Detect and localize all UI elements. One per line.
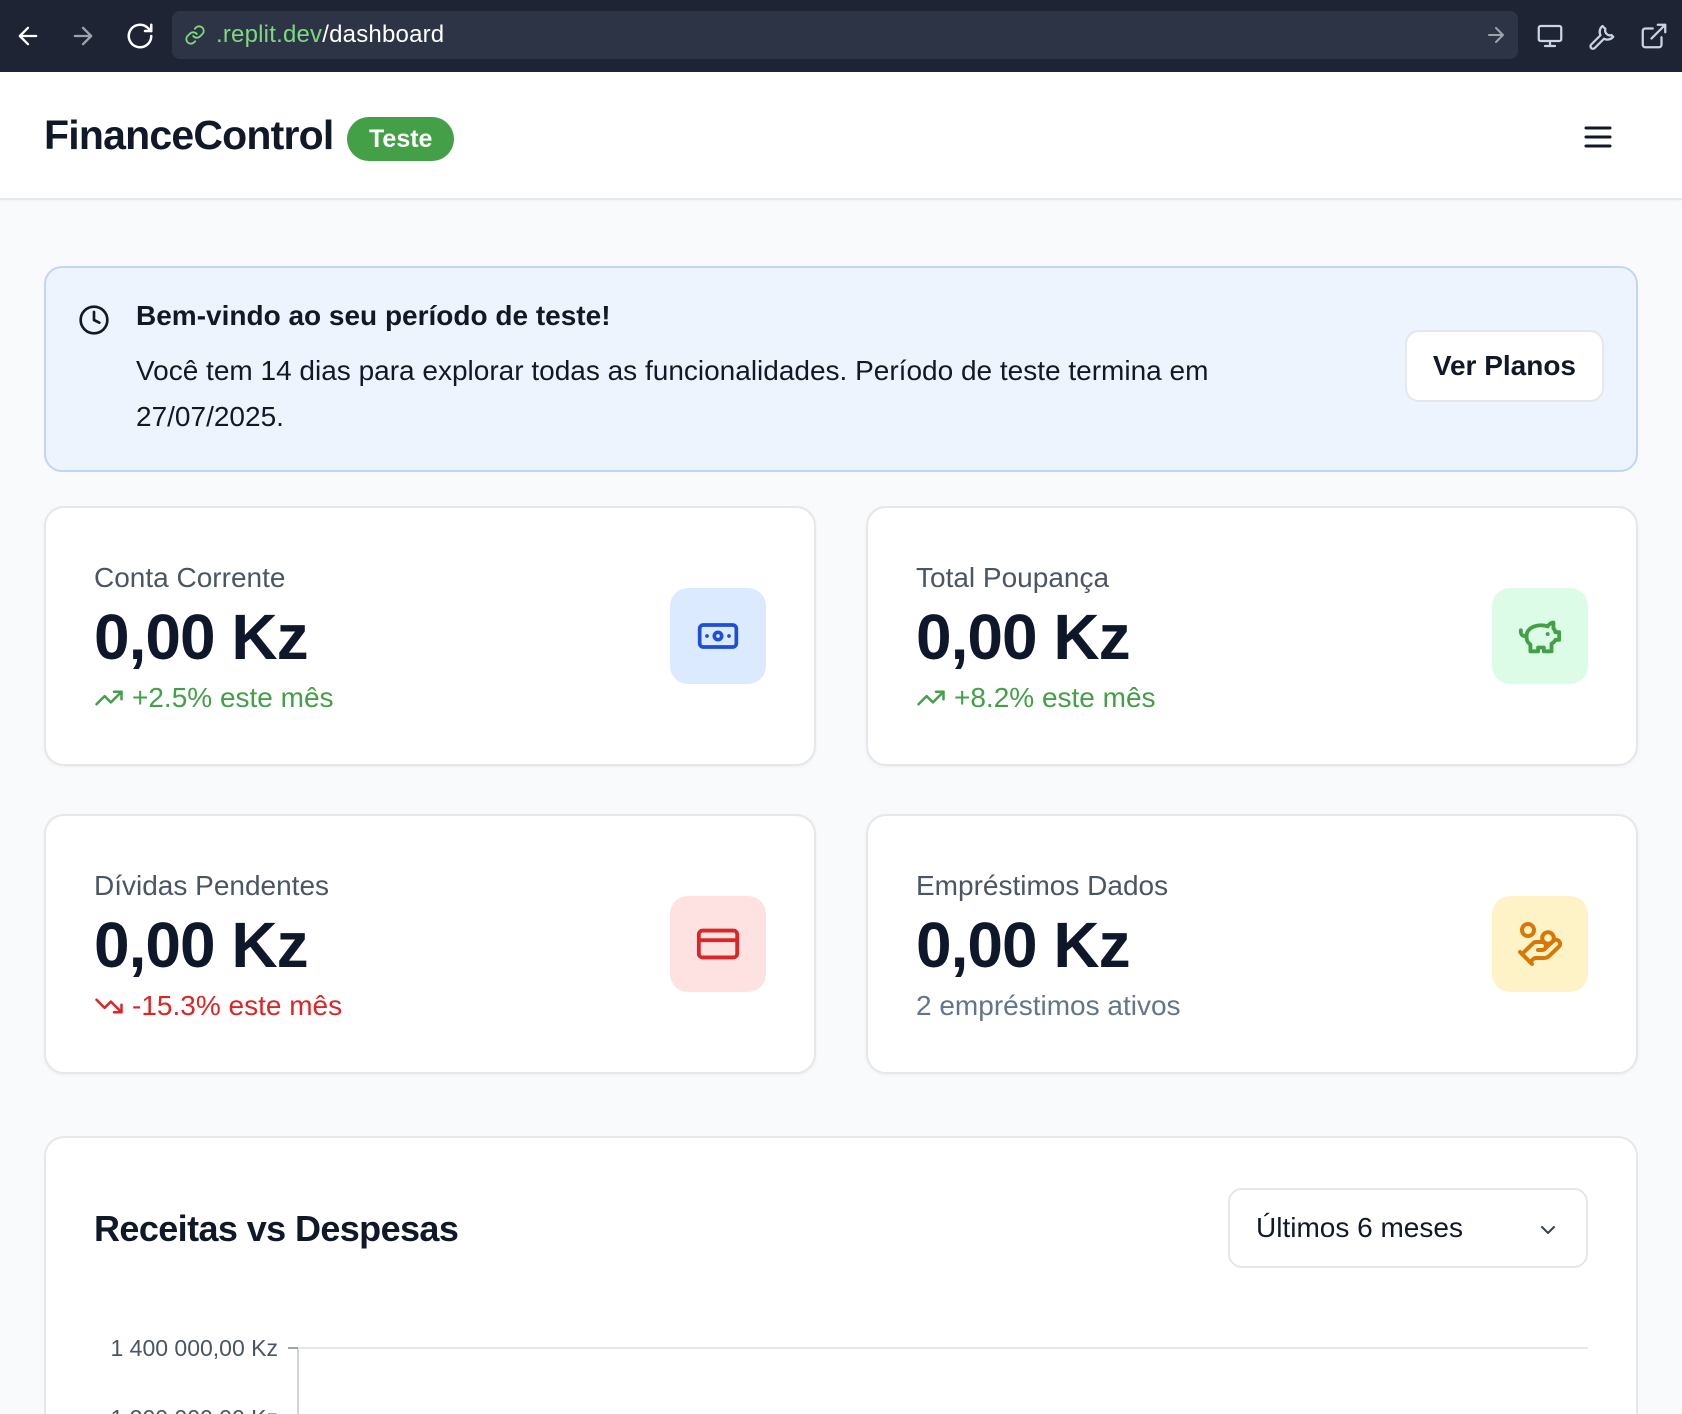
income-expense-chart-card: Receitas vs Despesas Últimos 6 meses 1 4… [44,1136,1638,1414]
view-plans-button[interactable]: Ver Planos [1404,330,1604,402]
period-select-value: Últimos 6 meses [1256,1212,1463,1243]
period-select[interactable]: Últimos 6 meses [1228,1188,1588,1268]
url-text: .replit.dev/dashboard [216,21,445,48]
monitor-icon[interactable] [1532,18,1568,54]
reload-icon[interactable] [122,18,158,54]
card-value: 0,00 Kz [916,909,1131,981]
card-change: +2.5% este mês [94,682,334,714]
hamburger-menu-icon[interactable] [1580,122,1616,152]
card-value: 0,00 Kz [916,601,1131,673]
trending-up-icon [917,690,945,706]
clock-icon [79,305,109,335]
brand-logo[interactable]: FinanceControl [44,112,334,159]
link-icon [185,25,205,45]
chart-title: Receitas vs Despesas [94,1208,459,1249]
wrench-icon[interactable] [1584,18,1620,54]
address-bar[interactable]: .replit.dev/dashboard [172,11,1518,59]
credit-card-icon [696,928,740,960]
chevron-down-icon [1541,1226,1555,1234]
stat-card-checking: Conta Corrente 0,00 Kz +2.5% este mês [44,506,816,766]
go-arrow-icon[interactable] [1484,23,1508,47]
stat-card-savings: Total Poupança 0,00 Kz +8.2% este mês [866,506,1638,766]
stat-card-debts: Dívidas Pendentes 0,00 Kz -15.3% este mê… [44,814,816,1074]
card-icon-box [670,588,766,684]
trending-down-icon [95,998,123,1014]
trial-alert: Bem-vindo ao seu período de teste! Você … [44,266,1638,472]
y-tick-label: 1 200 000,00 Kz [110,1405,278,1414]
forward-icon[interactable] [65,18,101,54]
external-link-icon[interactable] [1636,18,1672,54]
card-change: +8.2% este mês [916,682,1156,714]
card-label: Total Poupança [916,562,1110,593]
banknote-icon [697,623,739,649]
app-header: FinanceControl Teste [0,72,1682,200]
card-value: 0,00 Kz [94,601,309,673]
card-icon-box [1492,588,1588,684]
hand-coins-icon [1518,922,1563,966]
y-tick-label: 1 400 000,00 Kz [110,1335,278,1361]
alert-title: Bem-vindo ao seu período de teste! [136,300,611,331]
alert-body: Você tem 14 dias para explorar todas as … [136,355,1209,432]
stat-card-loans: Empréstimos Dados 0,00 Kz 2 empréstimos … [866,814,1638,1074]
trial-badge: Teste [347,117,455,161]
card-subtext: 2 empréstimos ativos [916,990,1181,1021]
card-icon-box [670,896,766,992]
back-icon[interactable] [10,18,46,54]
card-change: -15.3% este mês [94,990,342,1022]
bar-chart: 1 400 000,00 Kz 1 200 000,00 Kz [110,1335,1588,1414]
card-label: Dívidas Pendentes [94,870,330,901]
browser-toolbar: .replit.dev/dashboard [0,0,1682,72]
trending-up-icon [95,690,123,706]
piggy-bank-icon [1518,620,1562,654]
card-icon-box [1492,896,1588,992]
card-value: 0,00 Kz [94,909,309,981]
card-label: Conta Corrente [94,562,286,593]
card-label: Empréstimos Dados [916,870,1169,901]
